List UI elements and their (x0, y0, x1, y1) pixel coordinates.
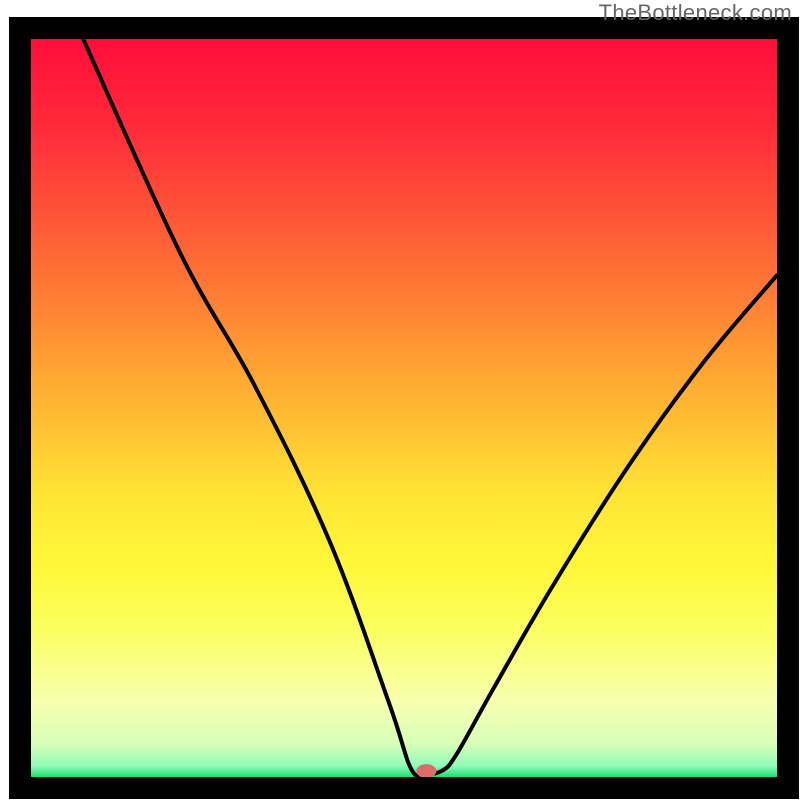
watermark-text: TheBottleneck.com (599, 0, 792, 26)
minimum-marker (416, 764, 436, 778)
bottleneck-chart (0, 0, 800, 800)
plot-background (31, 39, 777, 777)
chart-container: TheBottleneck.com (0, 0, 800, 800)
